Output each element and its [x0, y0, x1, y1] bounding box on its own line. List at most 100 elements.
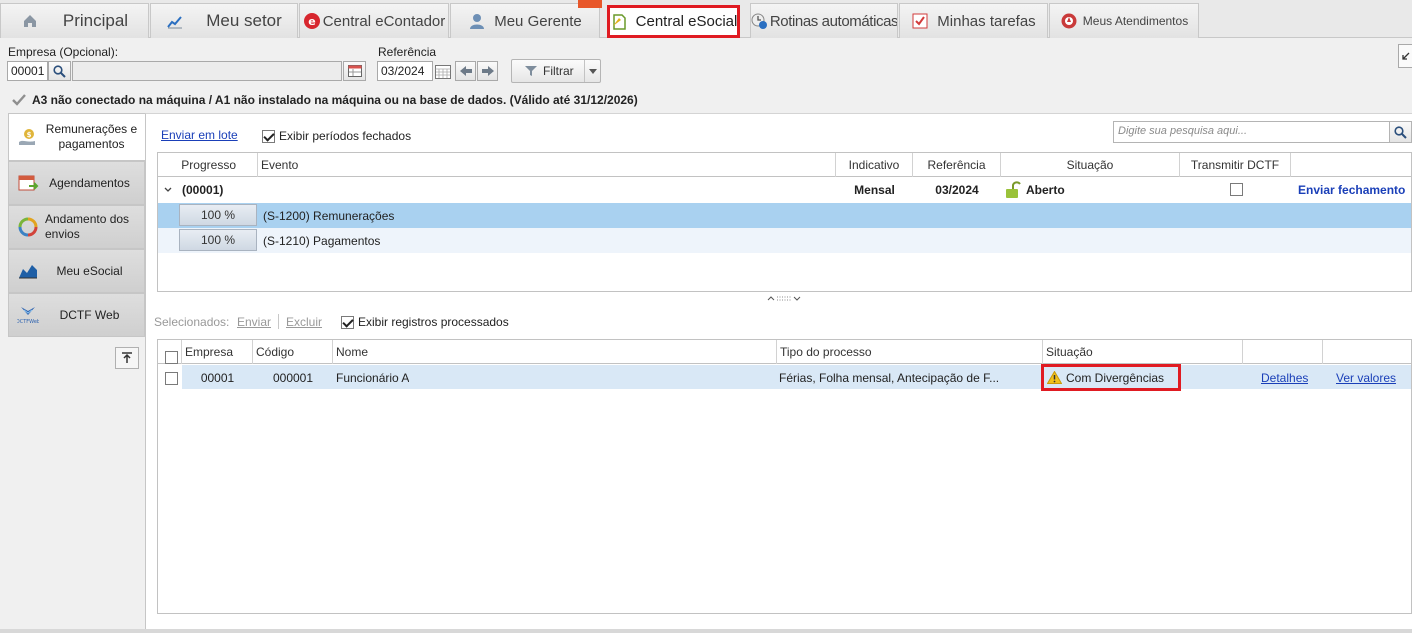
support-icon: [1061, 13, 1077, 29]
col-situacao[interactable]: Situação: [1043, 340, 1243, 364]
view-values-link[interactable]: Ver valores: [1336, 371, 1396, 385]
tab-meus-atendimentos[interactable]: Meus Atendimentos: [1049, 3, 1199, 38]
search-input[interactable]: Digite sua pesquisa aqui...: [1113, 121, 1390, 143]
certificate-notice: A3 não conectado na máquina / A1 não ins…: [12, 93, 638, 107]
col-progresso[interactable]: Progresso: [158, 153, 258, 177]
events-grid: Progresso Evento Indicativo Referência S…: [157, 152, 1412, 292]
col-situacao[interactable]: Situação: [1001, 153, 1180, 177]
progress-bar: 100 %: [179, 204, 257, 226]
tab-central-econtador[interactable]: e Central eContador: [299, 3, 449, 38]
warning-icon: [1047, 371, 1062, 384]
referencia-input[interactable]: 03/2024: [377, 61, 433, 81]
nav-andamento-envios[interactable]: Andamento dos envios: [8, 205, 145, 249]
arrow-up-bar-icon: [122, 352, 132, 363]
check-icon: [12, 94, 26, 106]
send-closing-link[interactable]: Enviar fechamento: [1298, 183, 1405, 197]
chevron-down-icon[interactable]: [589, 69, 597, 74]
event-name: (S-1210) Pagamentos: [263, 234, 381, 248]
show-processed-option[interactable]: Exibir registros processados: [341, 315, 509, 329]
group-situacao: Aberto: [1026, 183, 1065, 197]
progress-bar: 100 %: [179, 229, 257, 251]
person-icon: [470, 14, 485, 29]
table-row[interactable]: 00001 000001 Funcionário A Férias, Folha…: [158, 364, 1411, 391]
previous-period-button[interactable]: [455, 61, 476, 81]
tab-principal[interactable]: Principal: [0, 3, 149, 38]
empresa-search-button[interactable]: [48, 61, 71, 81]
splitter-handle-icon[interactable]: [766, 294, 802, 302]
magnifier-icon: [1394, 125, 1407, 139]
show-closed-periods-checkbox[interactable]: [262, 129, 275, 143]
dctfweb-icon: DCTFWeb: [17, 307, 39, 325]
home-icon: [23, 15, 36, 27]
tab-central-esocial[interactable]: Central eSocial: [607, 5, 740, 38]
nav-agendamentos[interactable]: Agendamentos: [8, 161, 145, 205]
nav-remuneracoes-pagamentos[interactable]: $ Remunerações e pagamentos: [8, 113, 148, 161]
table-icon: [347, 65, 362, 77]
empresa-label: Empresa (Opcional):: [8, 45, 119, 59]
tab-label: Meu setor: [206, 11, 282, 30]
show-closed-periods-option[interactable]: Exibir períodos fechados: [262, 129, 411, 143]
tab-meu-gerente[interactable]: Meu Gerente: [450, 3, 600, 38]
area-chart-icon: [19, 265, 37, 279]
module-tab-strip: Principal Meu setor e Central eContador …: [0, 0, 1412, 38]
svg-text:e: e: [308, 15, 315, 28]
col-referencia[interactable]: Referência: [913, 153, 1001, 177]
empresa-list-button[interactable]: [343, 61, 366, 81]
table-row[interactable]: 100 % (S-1210) Pagamentos: [158, 228, 1411, 253]
group-row[interactable]: (00001) Mensal 03/2024 Aberto Enviar fec…: [158, 178, 1411, 202]
funnel-icon: [525, 66, 537, 76]
table-row[interactable]: 100 % (S-1200) Remunerações: [158, 203, 1411, 228]
calendar-icon: [435, 64, 451, 79]
next-period-button[interactable]: [477, 61, 498, 81]
tab-meu-setor[interactable]: Meu setor: [150, 3, 298, 38]
nav-meu-esocial[interactable]: Meu eSocial: [8, 249, 145, 293]
empresa-name-input[interactable]: [72, 61, 342, 81]
selected-label: Selecionados:: [154, 315, 230, 329]
search-button[interactable]: [1390, 121, 1412, 143]
transmit-dctf-checkbox[interactable]: [1230, 183, 1243, 197]
main-panel: Enviar em lote Exibir períodos fechados …: [145, 113, 1412, 633]
employees-grid: Empresa Código Nome Tipo do processo Sit…: [157, 339, 1412, 614]
tab-minhas-tarefas[interactable]: Minhas tarefas: [899, 3, 1048, 38]
col-indicativo[interactable]: Indicativo: [836, 153, 913, 177]
status-bar: [0, 629, 1412, 633]
status-badge: Com Divergências: [1041, 364, 1181, 391]
cell-codigo: 000001: [272, 371, 314, 385]
row-checkbox[interactable]: [165, 372, 178, 386]
restore-button[interactable]: [1398, 44, 1412, 68]
col-empresa[interactable]: Empresa: [182, 340, 253, 364]
chart-icon: [167, 16, 183, 29]
svg-text:$: $: [27, 131, 32, 139]
events-grid-header: Progresso Evento Indicativo Referência S…: [158, 153, 1411, 177]
show-processed-checkbox[interactable]: [341, 315, 354, 329]
details-link[interactable]: Detalhes: [1261, 371, 1308, 385]
col-nome[interactable]: Nome: [333, 340, 777, 364]
checklist-icon: [912, 13, 928, 29]
tab-label: Meus Atendimentos: [1082, 14, 1189, 28]
restore-icon: [1401, 52, 1409, 60]
col-evento[interactable]: Evento: [258, 153, 836, 177]
tab-label: Minhas tarefas: [937, 12, 1036, 30]
col-codigo[interactable]: Código: [253, 340, 333, 364]
chevron-down-icon[interactable]: [164, 187, 172, 193]
col-tipo-processo[interactable]: Tipo do processo: [777, 340, 1043, 364]
empresa-code-input[interactable]: 00001: [7, 61, 48, 81]
clock-gear-icon: [751, 13, 767, 29]
filter-button-label: Filtrar: [543, 64, 574, 78]
certificate-notice-text: A3 não conectado na máquina / A1 não ins…: [32, 93, 638, 107]
col-transmitir-dctf[interactable]: Transmitir DCTF: [1180, 153, 1291, 177]
collapse-nav-button[interactable]: [115, 347, 139, 369]
cell-empresa: 00001: [200, 371, 235, 385]
send-link[interactable]: Enviar: [237, 315, 271, 329]
tab-label: Principal: [62, 11, 129, 30]
tab-rotinas-automaticas[interactable]: Rotinas automáticas: [750, 3, 898, 38]
filter-button[interactable]: Filtrar: [511, 59, 601, 83]
select-all-checkbox[interactable]: [165, 351, 178, 364]
unlock-icon: [1006, 181, 1021, 198]
nav-dctf-web[interactable]: DCTFWeb DCTF Web: [8, 293, 145, 337]
cell-tipo-processo: Férias, Folha mensal, Antecipação de F..…: [779, 371, 1000, 385]
econtador-logo-icon: e: [303, 13, 320, 29]
send-batch-link[interactable]: Enviar em lote: [161, 128, 238, 142]
delete-link[interactable]: Excluir: [286, 315, 322, 329]
calendar-button[interactable]: [433, 61, 453, 81]
